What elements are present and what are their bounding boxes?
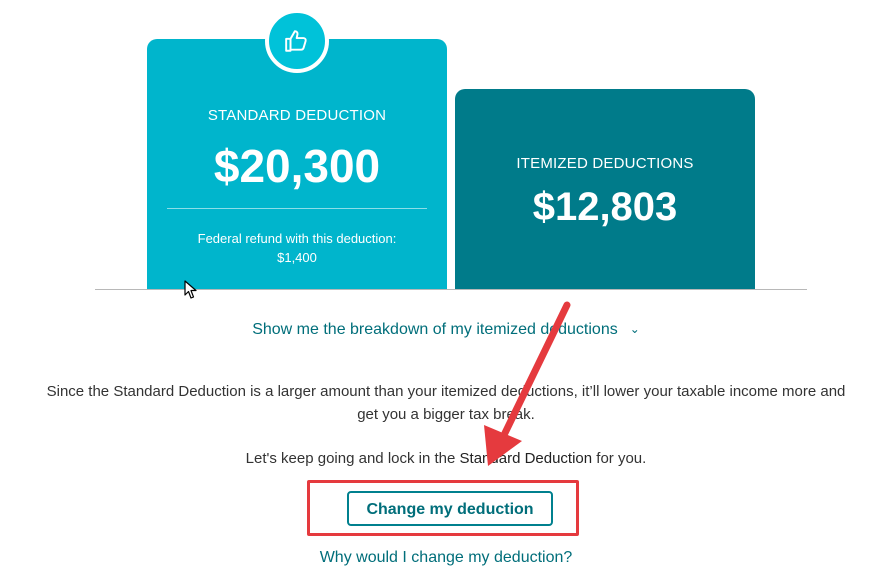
keep-going-prefix: Let's keep going and lock in the [245,450,460,467]
keep-going-emphasis: Standard Deduction [459,450,593,467]
keep-going-text: Let's keep going and lock in the Standar… [0,450,892,467]
explanation-text: Since the Standard Deduction is a larger… [0,380,892,426]
breakdown-link-label: Show me the breakdown of my itemized ded… [252,321,618,338]
card-divider [167,208,427,209]
itemized-deductions-label: ITEMIZED DEDUCTIONS [516,155,694,172]
deduction-comparison-page: STANDARD DEDUCTION $20,300 Federal refun… [0,0,892,582]
thumbs-up-icon [285,30,307,52]
mouse-cursor-icon [184,280,197,299]
itemized-deductions-card[interactable]: ITEMIZED DEDUCTIONS $12,803 [455,89,755,289]
standard-deduction-amount: $20,300 [213,140,381,192]
explanation-line: get you a bigger tax break. [357,406,535,423]
refund-value: $1,400 [277,250,317,265]
explanation-line: Since the Standard Deduction is a larger… [46,383,846,400]
refund-label: Federal refund with this deduction: [197,231,397,246]
itemized-deductions-amount: $12,803 [532,185,678,229]
standard-deduction-card[interactable]: STANDARD DEDUCTION $20,300 Federal refun… [147,39,447,289]
why-change-deduction-link[interactable]: Why would I change my deduction? [0,549,892,567]
recommended-badge [265,9,329,73]
chevron-down-icon: ⌄ [629,322,640,336]
keep-going-suffix: for you. [592,450,647,467]
standard-deduction-label: STANDARD DEDUCTION [207,107,387,124]
change-deduction-button[interactable]: Change my deduction [347,491,553,526]
breakdown-toggle-link[interactable]: Show me the breakdown of my itemized ded… [0,321,892,339]
cards-baseline-divider [95,289,807,290]
